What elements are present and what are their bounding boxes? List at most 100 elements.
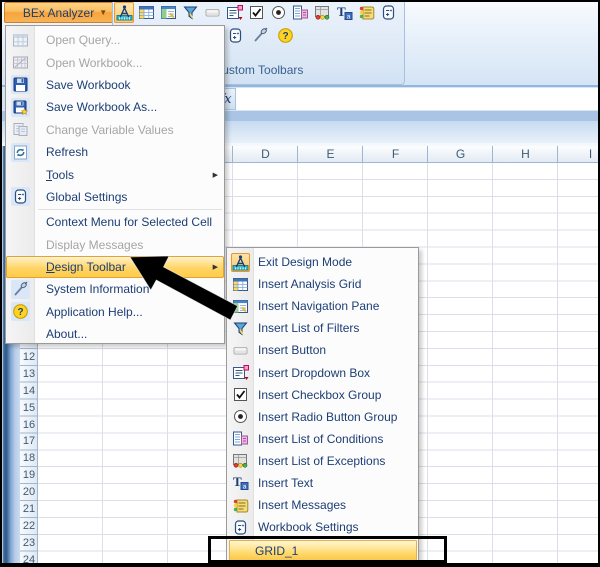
- menu-item-design-toolbar[interactable]: Design Toolbar ▶: [6, 256, 224, 278]
- submenu-arrow-icon: ▶: [213, 263, 218, 271]
- menu-item-about[interactable]: About...: [6, 323, 224, 345]
- bex-analyzer-menu-button[interactable]: BEx Analyzer ▼: [4, 2, 114, 23]
- menu-item-save-workbook[interactable]: Save Workbook: [6, 74, 224, 96]
- toolbar-button-dropdown-box[interactable]: [224, 2, 244, 23]
- global-settings-icon: [12, 188, 29, 205]
- menu-item-application-help[interactable]: ?Application Help...: [6, 301, 224, 323]
- submenu-item-insert-navigation-pane[interactable]: Insert Navigation Pane: [227, 295, 418, 317]
- row-header-22[interactable]: 22: [20, 518, 38, 535]
- list-of-exceptions-icon: [314, 4, 331, 21]
- row-header-24[interactable]: 24: [20, 552, 38, 567]
- menu-item-label: Display Messages: [46, 238, 143, 252]
- submenu-item-label: Insert Radio Button Group: [258, 410, 397, 424]
- design-mode-icon: [116, 4, 133, 21]
- submenu-item-label: Insert Button: [258, 343, 326, 357]
- messages-icon: [232, 497, 249, 514]
- chevron-down-icon: ▼: [99, 8, 107, 17]
- toolbar-button-checkbox-group[interactable]: [246, 2, 266, 23]
- toolbar-button-list-of-conditions[interactable]: [290, 2, 310, 23]
- change-variable-values-icon: [12, 121, 29, 138]
- save-workbook-as-icon: [12, 99, 29, 116]
- global-settings-icon: [227, 27, 244, 44]
- toolbar-button-messages[interactable]: [356, 2, 376, 23]
- row-header-15[interactable]: 15: [20, 400, 38, 417]
- column-header-h[interactable]: H: [493, 146, 558, 163]
- toolbar-button-radio-button-group[interactable]: [268, 2, 288, 23]
- column-header-e[interactable]: E: [298, 146, 363, 163]
- checkbox-group-icon: [248, 4, 265, 21]
- toolbar-button-application-help[interactable]: ?: [275, 25, 295, 46]
- menu-item-label: Tools: [46, 168, 74, 182]
- submenu-item-exit-design-mode[interactable]: Exit Design Mode: [227, 251, 418, 273]
- menu-item-label: Design Toolbar: [46, 260, 126, 274]
- menu-item-label: Refresh: [46, 145, 88, 159]
- menu-item-global-settings[interactable]: Global Settings: [6, 186, 224, 208]
- menu-item-save-workbook-as[interactable]: Save Workbook As...: [6, 96, 224, 118]
- submenu-item-label: Insert Dropdown Box: [258, 366, 370, 380]
- toolbar-button-design-mode[interactable]: [114, 2, 134, 23]
- row-header-14[interactable]: 14: [20, 383, 38, 400]
- toolbar-button-workbook-settings[interactable]: [378, 2, 398, 23]
- toolbar-button-system-information[interactable]: [250, 25, 270, 46]
- submenu-item-insert-dropdown-box[interactable]: Insert Dropdown Box: [227, 361, 418, 383]
- annotation-rectangle: [208, 536, 447, 563]
- submenu-item-insert-list-of-filters[interactable]: Insert List of Filters: [227, 317, 418, 339]
- menu-item-system-information[interactable]: System Information: [6, 278, 224, 300]
- row-header-23[interactable]: 23: [20, 535, 38, 552]
- design-toolbar-submenu: Exit Design ModeInsert Analysis GridInse…: [226, 247, 419, 563]
- menu-item-change-variable-values[interactable]: Change Variable Values: [6, 119, 224, 141]
- text-icon: Ta: [232, 474, 249, 491]
- menu-item-refresh[interactable]: Refresh: [6, 141, 224, 163]
- submenu-item-label: Insert Checkbox Group: [258, 388, 381, 402]
- row-header-12[interactable]: 12: [20, 349, 38, 366]
- row-header-18[interactable]: 18: [20, 450, 38, 467]
- toolbar-button-navigation-pane[interactable]: [158, 2, 178, 23]
- menu-item-open-workbook[interactable]: Open Workbook...: [6, 51, 224, 73]
- column-header-g[interactable]: G: [428, 146, 493, 163]
- button-icon: [204, 4, 221, 21]
- toolbar-button-text[interactable]: Ta: [334, 2, 354, 23]
- button-icon: [232, 342, 249, 359]
- submenu-item-workbook-settings[interactable]: Workbook Settings: [227, 516, 418, 538]
- submenu-item-insert-list-of-exceptions[interactable]: Insert List of Exceptions: [227, 450, 418, 472]
- toolbar-button-button[interactable]: [202, 2, 222, 23]
- toolbar-button-list-of-filters[interactable]: [180, 2, 200, 23]
- bex-analyzer-button-label: BEx Analyzer: [23, 6, 94, 20]
- list-of-exceptions-icon: [232, 452, 249, 469]
- row-header-17[interactable]: 17: [20, 433, 38, 450]
- messages-icon: [358, 4, 375, 21]
- svg-text:?: ?: [17, 308, 23, 319]
- row-header-16[interactable]: 16: [20, 417, 38, 434]
- toolbar-button-global-settings[interactable]: [225, 25, 245, 46]
- submenu-item-insert-messages[interactable]: Insert Messages: [227, 494, 418, 516]
- list-of-filters-icon: [232, 320, 249, 337]
- submenu-item-insert-analysis-grid[interactable]: Insert Analysis Grid: [227, 273, 418, 295]
- row-header-19[interactable]: 19: [20, 467, 38, 484]
- open-query-icon: [12, 32, 29, 49]
- toolbar-button-list-of-exceptions[interactable]: [312, 2, 332, 23]
- bex-analyzer-screen: BEx Analyzer ▼ Ta ? Custom Toolbars fx D…: [0, 0, 600, 567]
- column-header-i[interactable]: I: [558, 146, 600, 163]
- submenu-item-insert-radio-button-group[interactable]: Insert Radio Button Group: [227, 406, 418, 428]
- submenu-item-insert-checkbox-group[interactable]: Insert Checkbox Group: [227, 384, 418, 406]
- menu-item-context-menu-for-selected-cell[interactable]: Context Menu for Selected Cell: [6, 211, 224, 233]
- toolbar-button-analysis-grid[interactable]: [136, 2, 156, 23]
- column-header-f[interactable]: F: [363, 146, 428, 163]
- submenu-item-insert-button[interactable]: Insert Button: [227, 339, 418, 361]
- submenu-item-label: Insert List of Conditions: [258, 432, 383, 446]
- formula-input[interactable]: [236, 88, 598, 110]
- row-header-20[interactable]: 20: [20, 484, 38, 501]
- menu-item-display-messages[interactable]: Display Messages: [6, 234, 224, 256]
- dropdown-box-icon: [226, 4, 243, 21]
- submenu-item-insert-list-of-conditions[interactable]: Insert List of Conditions: [227, 428, 418, 450]
- submenu-item-insert-text[interactable]: TaInsert Text: [227, 472, 418, 494]
- workbook-settings-icon: [232, 519, 249, 536]
- svg-text:a: a: [242, 484, 246, 491]
- analysis-grid-icon: [138, 4, 155, 21]
- system-information-icon: [252, 27, 269, 44]
- row-header-13[interactable]: 13: [20, 366, 38, 383]
- row-header-21[interactable]: 21: [20, 501, 38, 518]
- column-header-d[interactable]: D: [233, 146, 298, 163]
- menu-item-open-query[interactable]: Open Query...: [6, 29, 224, 51]
- menu-item-tools[interactable]: Tools▶: [6, 163, 224, 185]
